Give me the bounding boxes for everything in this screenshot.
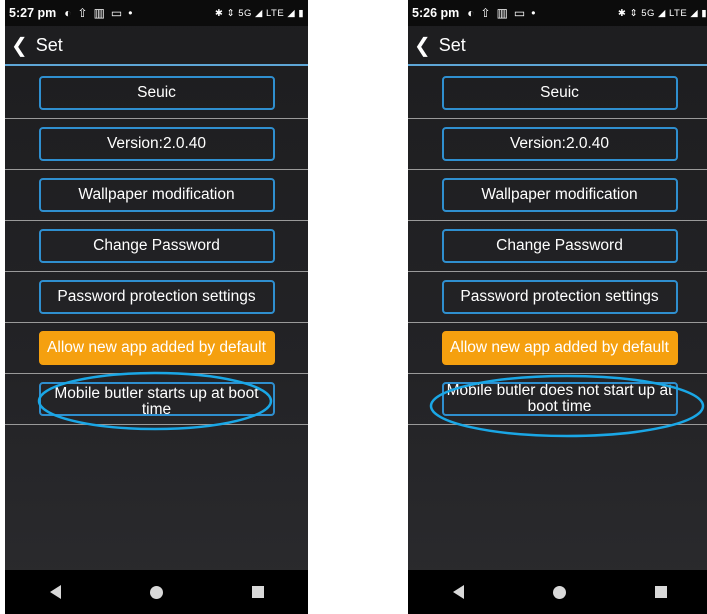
seuic-button[interactable]: Seuic (38, 76, 275, 110)
allow-new-app-button[interactable]: Allow new app added by default (441, 331, 678, 365)
dot-icon: • (128, 6, 133, 20)
app-bar: ❮ Set (5, 26, 308, 66)
allow-new-app-button[interactable]: Allow new app added by default (38, 331, 275, 365)
status-time: 5:26 pm (412, 6, 460, 20)
menu-row: Change Password (408, 221, 707, 272)
mobile-butler-boot-toggle-button[interactable]: Mobile butler starts up at boot time (38, 382, 275, 416)
dot-icon: • (531, 6, 536, 20)
page-title: Set (438, 34, 466, 55)
password-protection-settings-button[interactable]: Password protection settings (38, 280, 275, 314)
upload-icon: ⇧ (77, 6, 88, 20)
app-bar: ❮ Set (408, 26, 707, 66)
status-app-icon: ◐ (467, 6, 475, 20)
keyboard-icon: ▭ (513, 6, 526, 20)
navigation-bar (5, 570, 308, 614)
menu-row: Mobile butler starts up at boot time (5, 374, 308, 425)
phone-screen-right: 5:26 pm ◐ ⇧ ▥ ▭ • ✱ ⇕ 5G ◢ LTE ◢ ▮ ❮ Set… (408, 0, 707, 614)
mobile-butler-boot-toggle-button[interactable]: Mobile butler does not start up at boot … (441, 382, 678, 416)
menu-row: Wallpaper modification (5, 170, 308, 221)
status-time: 5:27 pm (9, 6, 57, 20)
menu-row: Version:2.0.40 (5, 119, 308, 170)
nav-back-icon[interactable] (49, 585, 61, 599)
menu-row: Seuic (408, 68, 707, 119)
status-right-icons: ✱ ⇕ 5G ◢ LTE ◢ ▮ (215, 7, 304, 19)
nav-back-icon[interactable] (452, 585, 464, 599)
menu-row: Allow new app added by default (408, 323, 707, 374)
menu-row: Wallpaper modification (408, 170, 707, 221)
menu-row: Version:2.0.40 (408, 119, 707, 170)
status-right-icons: ✱ ⇕ 5G ◢ LTE ◢ ▮ (618, 7, 707, 19)
menu-row: Allow new app added by default (5, 323, 308, 374)
seuic-button[interactable]: Seuic (441, 76, 678, 110)
phone-screen-left: 5:27 pm ◐ ⇧ ▥ ▭ • ✱ ⇕ 5G ◢ LTE ◢ ▮ ❮ Set… (5, 0, 308, 614)
settings-menu: Seuic Version:2.0.40 Wallpaper modificat… (5, 68, 308, 425)
wallpaper-modification-button[interactable]: Wallpaper modification (441, 178, 678, 212)
status-bar: 5:27 pm ◐ ⇧ ▥ ▭ • ✱ ⇕ 5G ◢ LTE ◢ ▮ (5, 0, 308, 26)
sim-icon: ▥ (93, 6, 105, 20)
change-password-button[interactable]: Change Password (38, 229, 275, 263)
menu-row: Password protection settings (5, 272, 308, 323)
nav-recents-icon[interactable] (654, 586, 667, 598)
nav-recents-icon[interactable] (251, 586, 264, 598)
version-button[interactable]: Version:2.0.40 (441, 127, 678, 161)
password-protection-settings-button[interactable]: Password protection settings (441, 280, 678, 314)
chevron-left-icon[interactable]: ❮ (11, 33, 28, 58)
menu-row: Change Password (5, 221, 308, 272)
version-button[interactable]: Version:2.0.40 (38, 127, 275, 161)
change-password-button[interactable]: Change Password (441, 229, 678, 263)
sim-icon: ▥ (496, 6, 508, 20)
settings-menu: Seuic Version:2.0.40 Wallpaper modificat… (408, 68, 707, 425)
nav-home-icon[interactable] (552, 585, 566, 599)
nav-home-icon[interactable] (149, 585, 163, 599)
menu-row: Password protection settings (408, 272, 707, 323)
status-bar: 5:26 pm ◐ ⇧ ▥ ▭ • ✱ ⇕ 5G ◢ LTE ◢ ▮ (408, 0, 707, 26)
menu-row: Seuic (5, 68, 308, 119)
navigation-bar (408, 570, 707, 614)
upload-icon: ⇧ (480, 6, 491, 20)
page-title: Set (35, 34, 63, 55)
status-app-icon: ◐ (64, 6, 72, 20)
menu-row: Mobile butler does not start up at boot … (408, 374, 707, 425)
wallpaper-modification-button[interactable]: Wallpaper modification (38, 178, 275, 212)
chevron-left-icon[interactable]: ❮ (414, 33, 431, 58)
keyboard-icon: ▭ (110, 6, 123, 20)
